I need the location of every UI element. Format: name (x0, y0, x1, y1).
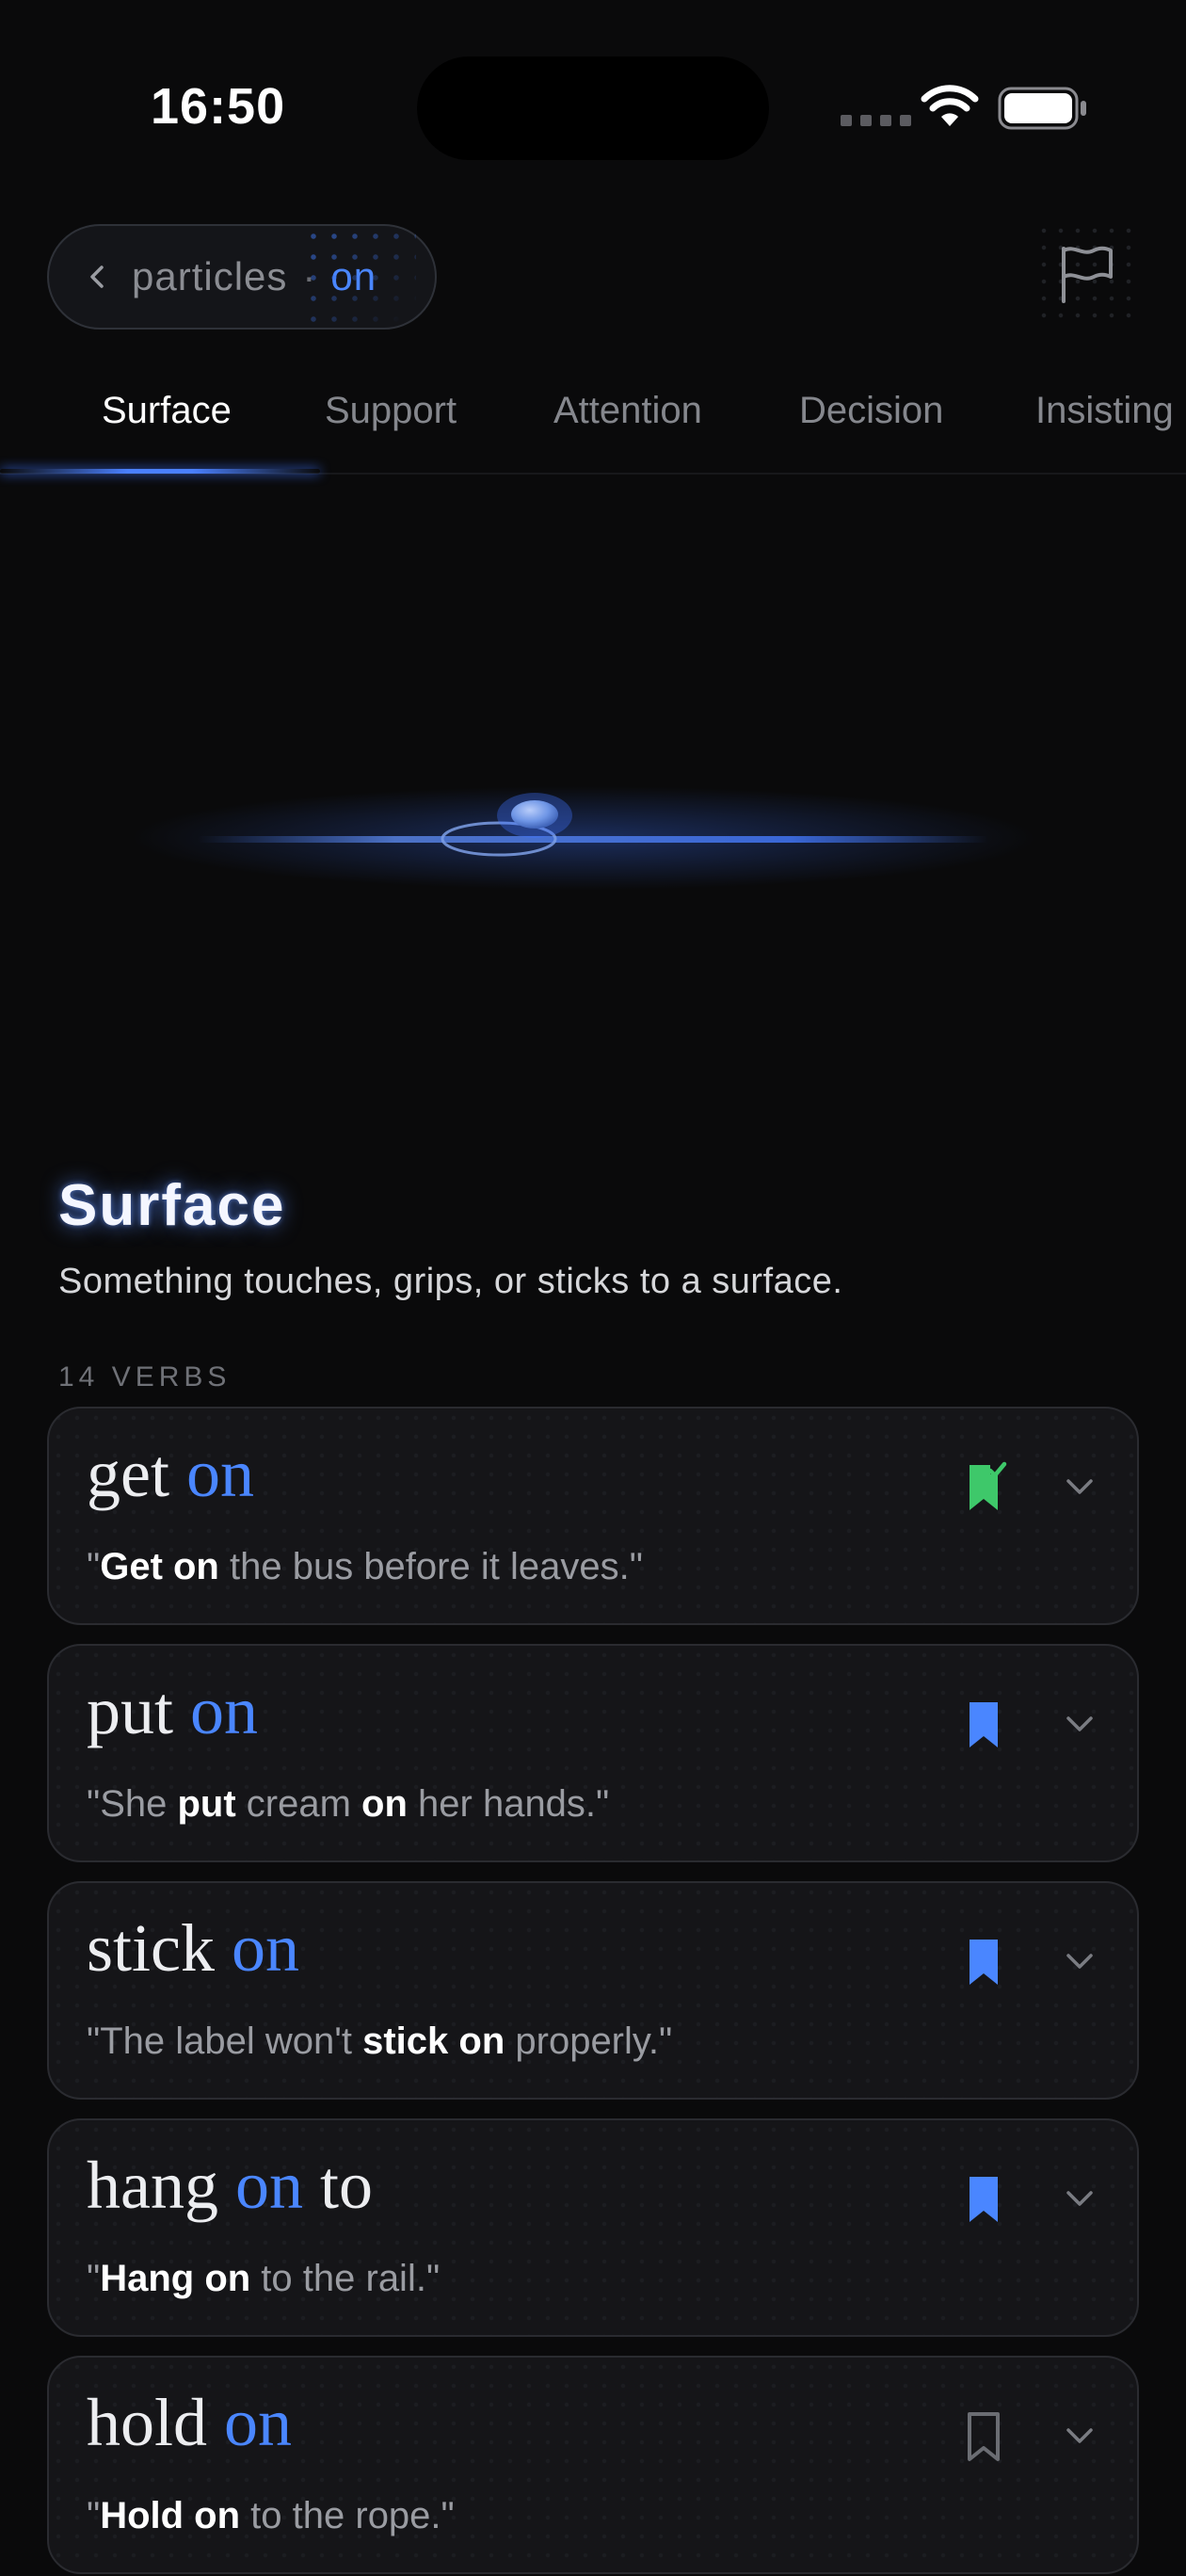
example-text: "The label won't (87, 2021, 363, 2062)
surface-line (198, 836, 988, 843)
verb-title: hang on to (87, 2147, 373, 2225)
verb-particle: on (234, 2148, 303, 2223)
verb-rest: to (319, 2148, 373, 2223)
back-breadcrumb-button[interactable]: particles · on (47, 224, 437, 330)
pill-dot-pattern (303, 226, 416, 330)
chevron-down-icon[interactable] (1064, 1708, 1096, 1740)
verb-card[interactable]: hold on "Hold on to the rope." (47, 2356, 1139, 2574)
verb-word: get (87, 1436, 169, 1511)
example-text: to the rail." (250, 2258, 441, 2299)
bookmark-icon[interactable] (962, 1936, 1009, 1988)
verb-word: hang (87, 2148, 218, 2223)
cellular-signal-icon (841, 115, 911, 126)
section-description: Something touches, grips, or sticks to a… (58, 1262, 843, 1301)
verb-card[interactable]: get on "Get on the bus before it leaves." (47, 1407, 1139, 1625)
tab-attention[interactable]: Attention (553, 390, 702, 432)
tab-surface[interactable]: Surface (102, 390, 232, 432)
sense-tabs: Surface Support Attention Decision Insis… (0, 377, 1186, 475)
example-sentence: "Hold on to the rope." (87, 2495, 455, 2537)
example-highlight: Get on (100, 1546, 219, 1587)
verb-title: put on (87, 1672, 258, 1750)
chevron-down-icon[interactable] (1064, 1945, 1096, 1977)
flag-icon (1062, 246, 1113, 303)
example-sentence: "Hang on to the rail." (87, 2258, 440, 2300)
surface-orb (511, 800, 558, 829)
chevron-down-icon[interactable] (1064, 2182, 1096, 2214)
example-highlight: stick on (362, 2021, 505, 2062)
example-text: her hands." (407, 1783, 610, 1825)
chevron-left-icon (90, 266, 104, 288)
verb-card[interactable]: hang on to "Hang on to the rail." (47, 2118, 1139, 2337)
example-sentence: "She put cream on her hands." (87, 1783, 609, 1826)
tab-insisting[interactable]: Insisting (1035, 390, 1174, 432)
example-highlight: on (361, 1783, 408, 1825)
verb-count-label: 14 VERBS (58, 1361, 232, 1393)
example-sentence: "The label won't stick on properly." (87, 2021, 672, 2063)
breadcrumb-parent: particles (132, 254, 288, 298)
verb-word: hold (87, 2385, 208, 2460)
bookmark-icon[interactable] (962, 1699, 1009, 1751)
verb-particle: on (190, 1673, 259, 1748)
bookmark-icon[interactable] (962, 2173, 1009, 2226)
status-time: 16:50 (151, 78, 286, 135)
active-tab-indicator (0, 469, 320, 474)
verb-title: get on (87, 1435, 254, 1513)
verb-particle: on (231, 1910, 299, 1986)
tab-support[interactable]: Support (325, 390, 457, 432)
chevron-down-icon[interactable] (1064, 2420, 1096, 2452)
verb-title: hold on (87, 2384, 292, 2462)
example-text: properly." (505, 2021, 673, 2062)
example-sentence: "Get on the bus before it leaves." (87, 1546, 643, 1588)
verb-word: put (87, 1673, 174, 1748)
example-text: cream (235, 1783, 362, 1825)
verb-particle: on (185, 1436, 254, 1511)
verb-word: stick (87, 1910, 215, 1986)
example-highlight: put (177, 1783, 236, 1825)
example-text: the bus before it leaves." (218, 1546, 643, 1587)
verb-card[interactable]: put on "She put cream on her hands." (47, 1644, 1139, 1862)
surface-illustration (132, 786, 1035, 890)
example-text: to the rope." (240, 2495, 455, 2536)
verb-title: stick on (87, 1909, 299, 1988)
example-highlight: Hold on (100, 2495, 241, 2536)
section-title: Surface (58, 1173, 286, 1238)
report-button[interactable] (1035, 222, 1139, 326)
example-text: " (87, 2495, 101, 2536)
verb-particle: on (224, 2385, 293, 2460)
tab-decision[interactable]: Decision (799, 390, 943, 432)
battery-icon (998, 87, 1086, 130)
status-bar: 16:50 (0, 0, 1186, 188)
verb-card[interactable]: stick on "The label won't stick on proper… (47, 1881, 1139, 2100)
example-text: " (87, 1546, 101, 1587)
chevron-down-icon[interactable] (1064, 1471, 1096, 1503)
example-text: "She (87, 1783, 178, 1825)
bookmark-check-icon[interactable] (962, 1461, 1009, 1514)
dynamic-island (417, 56, 769, 160)
example-text: " (87, 2258, 101, 2299)
bookmark-icon[interactable] (962, 2410, 1009, 2463)
example-highlight: Hang on (100, 2258, 251, 2299)
wifi-icon (921, 85, 979, 126)
